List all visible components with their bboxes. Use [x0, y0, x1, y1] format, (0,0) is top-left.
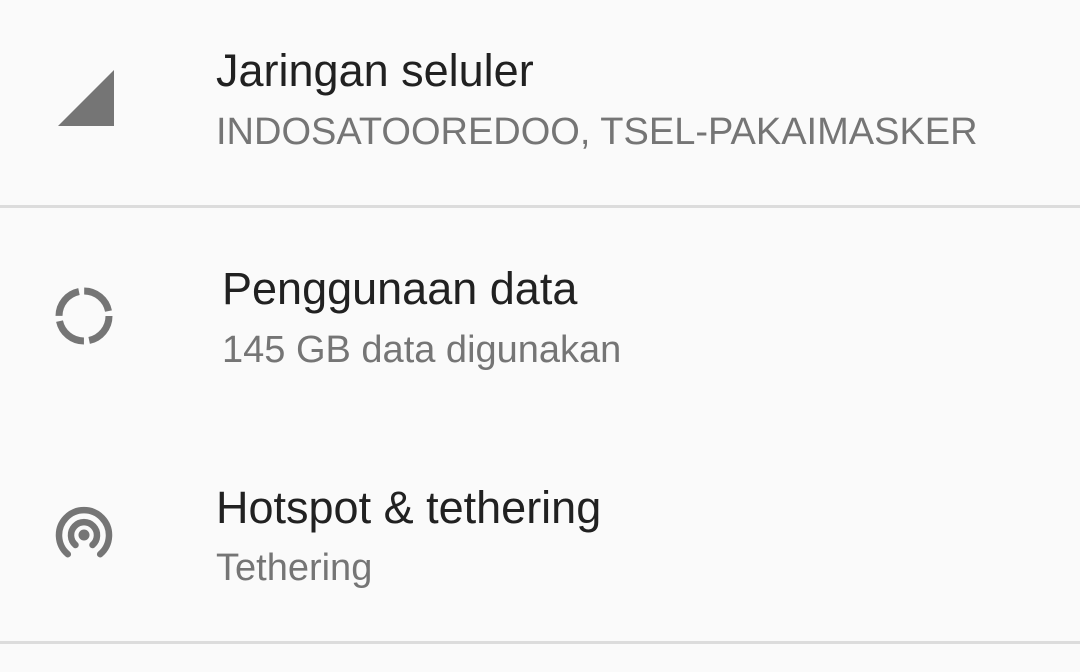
section-divider [0, 641, 1080, 644]
hotspot-icon [54, 505, 114, 565]
settings-item-hotspot-tethering[interactable]: Hotspot & tethering Tethering [0, 420, 1080, 640]
data-usage-icon [54, 286, 114, 346]
settings-item-data-usage[interactable]: Penggunaan data 145 GB data digunakan [0, 208, 1080, 420]
settings-item-title: Jaringan seluler [216, 45, 534, 96]
settings-item-summary: 145 GB data digunakan [222, 329, 622, 371]
settings-item-summary: INDOSATOOREDOO, TSEL-PAKAIMASKER [216, 111, 978, 153]
cellular-signal-icon [54, 68, 114, 128]
settings-item-title: Penggunaan data [222, 263, 578, 314]
settings-item-summary: Tethering [216, 547, 373, 589]
settings-item-title: Hotspot & tethering [216, 482, 602, 533]
settings-item-mobile-network[interactable]: Jaringan seluler INDOSATOOREDOO, TSEL-PA… [0, 0, 1080, 206]
